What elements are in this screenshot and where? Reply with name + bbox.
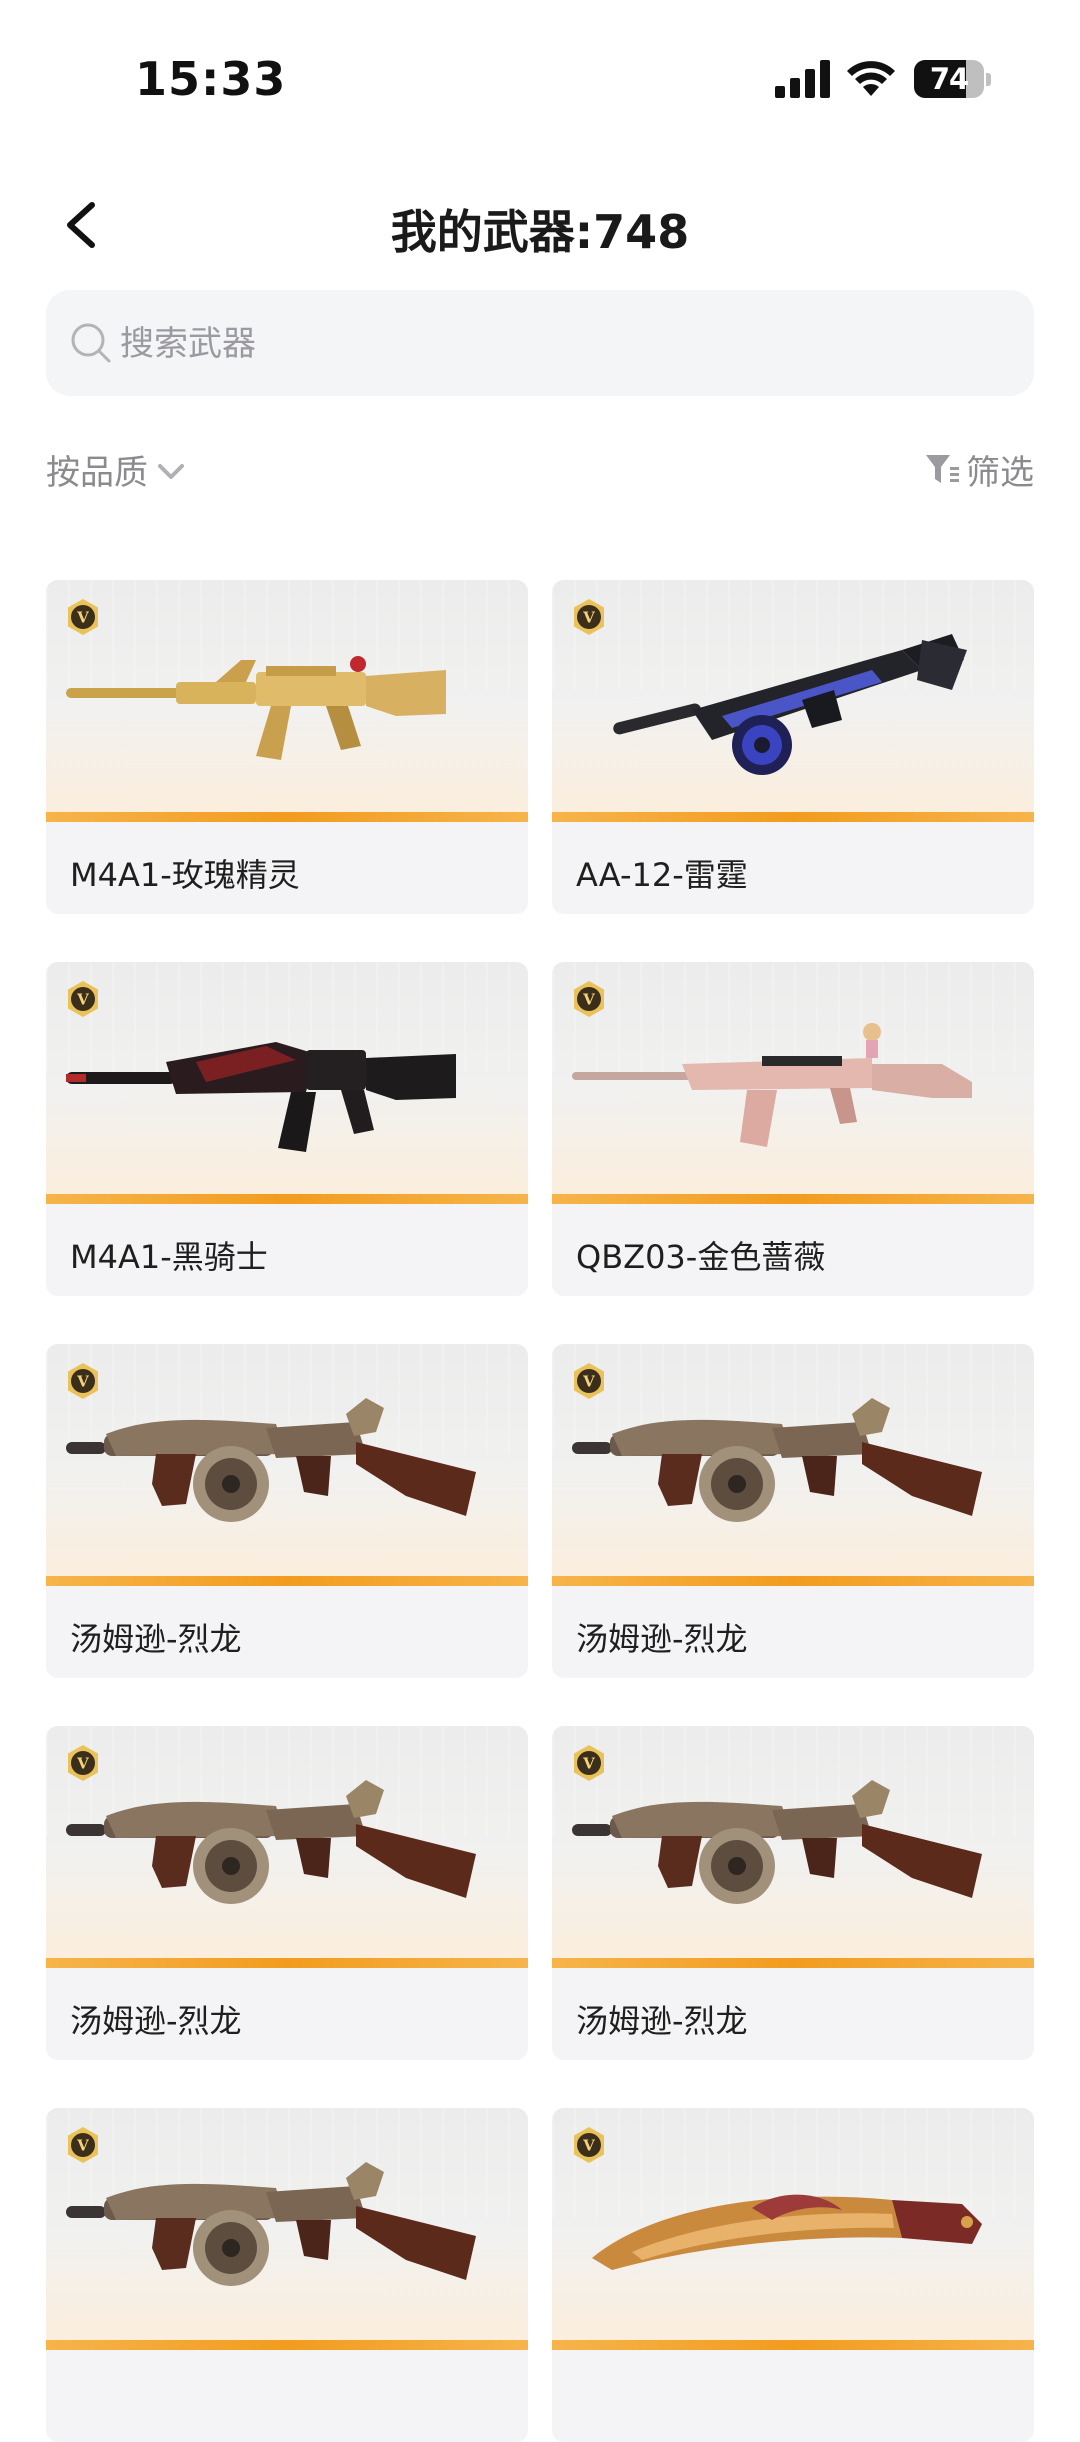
weapon-card[interactable]: V QBZ03-金色蔷薇 — [552, 962, 1034, 1296]
quality-bar — [552, 812, 1034, 822]
weapon-card[interactable]: V — [46, 2108, 528, 2442]
weapon-name: M4A1-玫瑰精灵 — [70, 856, 300, 894]
weapon-image-area: V — [552, 2108, 1034, 2340]
tommy-gun-dragon-icon — [66, 2148, 508, 2318]
quality-bar — [552, 1576, 1034, 1586]
filter-label: 筛选 — [966, 452, 1034, 493]
weapon-image-area: V — [46, 1344, 528, 1576]
quality-bar — [46, 2340, 528, 2350]
shotgun-drum-blue-icon — [572, 620, 1014, 790]
nav-header: 我的武器:748 — [0, 180, 1080, 270]
weapon-card[interactable]: V AA-12-雷霆 — [552, 580, 1034, 914]
battery-percent: 74 — [929, 62, 969, 96]
weapon-image-area: V — [46, 580, 528, 812]
weapon-name: QBZ03-金色蔷薇 — [576, 1238, 826, 1276]
weapon-name: 汤姆逊-烈龙 — [70, 2002, 242, 2040]
rifle-dark-dragon-icon — [66, 1002, 508, 1172]
quality-bar — [46, 812, 528, 822]
battery-indicator: 74 — [914, 60, 992, 98]
quality-bar — [46, 1576, 528, 1586]
search-icon — [71, 323, 111, 363]
weapon-card[interactable]: V — [552, 2108, 1034, 2442]
status-bar: 15:33 74 — [0, 0, 1080, 150]
weapon-image-area: V — [552, 962, 1034, 1194]
weapon-image-area: V — [552, 1344, 1034, 1576]
filter-icon — [926, 455, 959, 483]
tommy-gun-dragon-icon — [66, 1766, 508, 1936]
tommy-gun-dragon-icon — [572, 1384, 1014, 1554]
status-time: 15:33 — [135, 52, 287, 106]
quality-bar — [552, 1958, 1034, 1968]
weapon-image-area: V — [552, 580, 1034, 812]
battery-icon: 74 — [914, 60, 984, 98]
sort-label: 按品质 — [46, 452, 148, 493]
weapon-card[interactable]: V M4A1-玫瑰精灵 — [46, 580, 528, 914]
weapon-image-area: V — [46, 2108, 528, 2340]
quality-bar — [552, 2340, 1034, 2350]
search-bar[interactable] — [46, 290, 1034, 398]
quality-bar — [46, 1194, 528, 1204]
cellular-signal-icon — [775, 60, 830, 98]
tommy-gun-dragon-icon — [572, 1766, 1014, 1936]
weapon-card[interactable]: V 汤姆逊-烈龙 — [552, 1726, 1034, 2060]
rifle-pink-icon — [572, 1002, 1014, 1172]
sort-by-quality-button[interactable]: 按品质 — [46, 444, 188, 494]
quality-bar — [46, 1958, 528, 1968]
quality-bar — [552, 1194, 1034, 1204]
page-title: 我的武器:748 — [390, 205, 690, 259]
tommy-gun-dragon-icon — [66, 1384, 508, 1554]
weapon-name: M4A1-黑骑士 — [70, 1238, 268, 1276]
chevron-down-icon — [158, 464, 184, 479]
weapon-card[interactable]: V 汤姆逊-烈龙 — [552, 1344, 1034, 1678]
weapon-card[interactable]: V 汤姆逊-烈龙 — [46, 1344, 528, 1678]
weapon-card[interactable]: V 汤姆逊-烈龙 — [46, 1726, 528, 2060]
weapon-image-area: V — [46, 962, 528, 1194]
weapon-name: 汤姆逊-烈龙 — [70, 1620, 242, 1658]
wifi-icon — [847, 61, 895, 96]
weapon-image-area: V — [46, 1726, 528, 1958]
weapon-name: 汤姆逊-烈龙 — [576, 1620, 748, 1658]
weapon-name: 汤姆逊-烈龙 — [576, 2002, 748, 2040]
weapon-card[interactable]: V M4A1-黑骑士 — [46, 962, 528, 1296]
filter-button[interactable]: 筛选 — [924, 444, 1034, 494]
weapon-name: AA-12-雷霆 — [576, 856, 748, 894]
rifle-gold-icon — [66, 620, 508, 790]
search-input[interactable] — [118, 290, 1002, 398]
weapon-image-area: V — [552, 1726, 1034, 1958]
kukri-knife-icon — [572, 2148, 1014, 2318]
